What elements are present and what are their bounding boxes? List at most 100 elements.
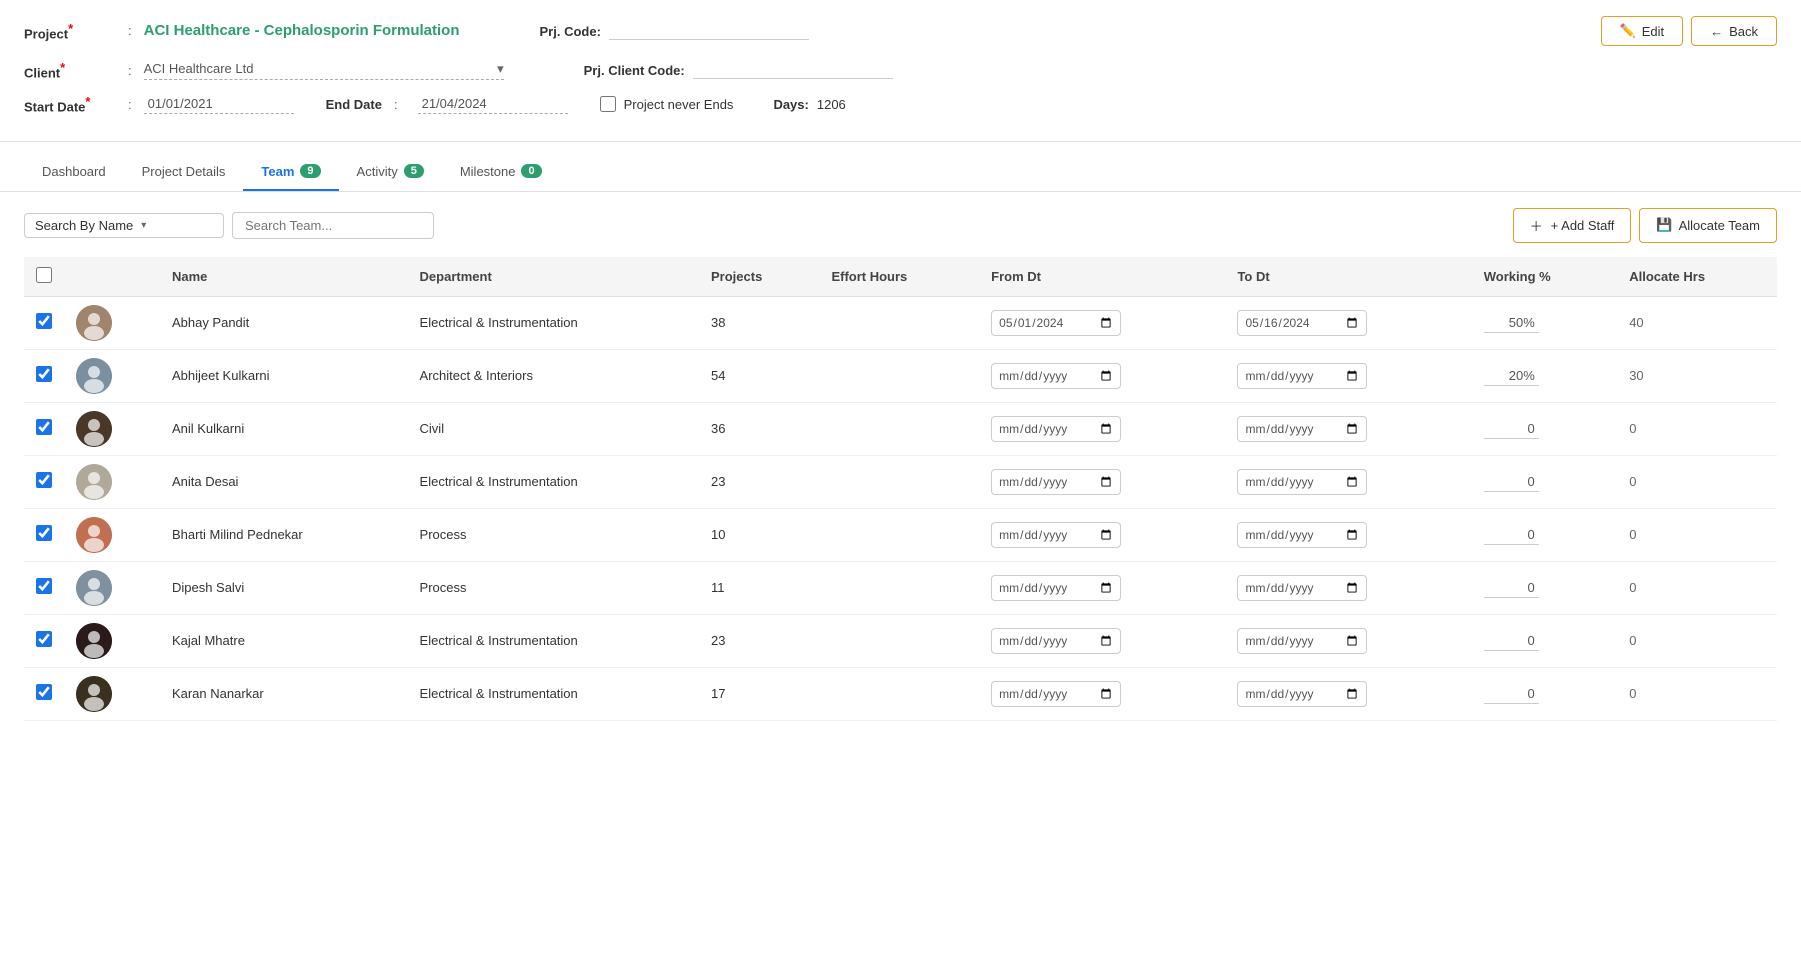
client-label: Client* bbox=[24, 60, 124, 80]
row-projects: 54 bbox=[699, 349, 819, 402]
row-to-dt[interactable] bbox=[1237, 363, 1367, 389]
row-effort-hours bbox=[819, 508, 979, 561]
tab-milestone[interactable]: Milestone 0 bbox=[442, 154, 560, 191]
project-name: ACI Healthcare - Cephalosporin Formulati… bbox=[144, 22, 460, 39]
row-from-dt[interactable] bbox=[991, 363, 1121, 389]
days-value: 1206 bbox=[817, 97, 846, 112]
table-row: Dipesh SalviProcess110 bbox=[24, 561, 1777, 614]
project-never-ends-checkbox[interactable] bbox=[600, 96, 616, 112]
start-date-value: 01/01/2021 bbox=[144, 94, 294, 114]
row-name: Dipesh Salvi bbox=[160, 561, 408, 614]
table-row: Karan NanarkarElectrical & Instrumentati… bbox=[24, 667, 1777, 720]
row-allocate-hrs: 0 bbox=[1617, 561, 1777, 614]
client-value: ACI Healthcare Ltd bbox=[144, 61, 497, 76]
row-to-dt[interactable] bbox=[1237, 416, 1367, 442]
row-to-dt[interactable] bbox=[1237, 681, 1367, 707]
row-name: Anil Kulkarni bbox=[160, 402, 408, 455]
prj-code-label: Prj. Code: bbox=[540, 24, 601, 39]
client-dropdown-icon: ▾ bbox=[497, 61, 504, 77]
row-department: Architect & Interiors bbox=[408, 349, 699, 402]
row-working-pct[interactable] bbox=[1484, 419, 1539, 439]
name-header: Name bbox=[160, 257, 408, 297]
chevron-down-icon: ▾ bbox=[141, 220, 146, 231]
row-checkbox[interactable] bbox=[36, 578, 52, 594]
prj-client-code-value bbox=[693, 61, 893, 79]
row-department: Electrical & Instrumentation bbox=[408, 296, 699, 349]
table-row: Kajal MhatreElectrical & Instrumentation… bbox=[24, 614, 1777, 667]
row-allocate-hrs: 0 bbox=[1617, 667, 1777, 720]
back-icon: ← bbox=[1710, 24, 1723, 39]
row-working-pct[interactable] bbox=[1484, 684, 1539, 704]
row-to-dt[interactable] bbox=[1237, 628, 1367, 654]
project-label: Project* bbox=[24, 21, 124, 41]
tab-project-details[interactable]: Project Details bbox=[124, 154, 244, 191]
row-from-dt[interactable] bbox=[991, 681, 1121, 707]
department-header: Department bbox=[408, 257, 699, 297]
row-checkbox[interactable] bbox=[36, 313, 52, 329]
row-to-dt[interactable] bbox=[1237, 522, 1367, 548]
avatar bbox=[76, 358, 112, 394]
avatar bbox=[76, 676, 112, 712]
row-to-dt[interactable] bbox=[1237, 469, 1367, 495]
row-projects: 11 bbox=[699, 561, 819, 614]
select-all-checkbox[interactable] bbox=[36, 267, 52, 283]
row-name: Abhijeet Kulkarni bbox=[160, 349, 408, 402]
row-effort-hours bbox=[819, 614, 979, 667]
search-input[interactable] bbox=[232, 212, 434, 239]
row-from-dt[interactable] bbox=[991, 575, 1121, 601]
tab-activity[interactable]: Activity 5 bbox=[339, 154, 442, 191]
add-icon: ＋ bbox=[1530, 216, 1543, 235]
allocate-team-button[interactable]: 💾 Allocate Team bbox=[1639, 208, 1777, 243]
row-name: Anita Desai bbox=[160, 455, 408, 508]
allocate-hrs-header: Allocate Hrs bbox=[1617, 257, 1777, 297]
row-to-dt[interactable] bbox=[1237, 575, 1367, 601]
row-working-pct[interactable] bbox=[1484, 631, 1539, 651]
table-row: Anita DesaiElectrical & Instrumentation2… bbox=[24, 455, 1777, 508]
tab-dashboard[interactable]: Dashboard bbox=[24, 154, 124, 191]
row-from-dt[interactable] bbox=[991, 469, 1121, 495]
row-effort-hours bbox=[819, 561, 979, 614]
end-date-label: End Date bbox=[326, 97, 382, 112]
row-working-pct[interactable] bbox=[1484, 366, 1539, 386]
select-all-header[interactable] bbox=[24, 257, 64, 297]
start-date-label: Start Date* bbox=[24, 94, 124, 114]
row-checkbox[interactable] bbox=[36, 366, 52, 382]
row-from-dt[interactable] bbox=[991, 522, 1121, 548]
row-working-pct[interactable] bbox=[1484, 578, 1539, 598]
row-allocate-hrs: 0 bbox=[1617, 614, 1777, 667]
effort-hours-header: Effort Hours bbox=[819, 257, 979, 297]
row-checkbox[interactable] bbox=[36, 472, 52, 488]
row-from-dt[interactable] bbox=[991, 310, 1121, 336]
activity-badge: 5 bbox=[404, 164, 424, 178]
table-row: Bharti Milind PednekarProcess100 bbox=[24, 508, 1777, 561]
row-checkbox[interactable] bbox=[36, 525, 52, 541]
row-projects: 23 bbox=[699, 614, 819, 667]
row-from-dt[interactable] bbox=[991, 628, 1121, 654]
row-name: Karan Nanarkar bbox=[160, 667, 408, 720]
edit-button[interactable]: ✏️ Edit bbox=[1601, 16, 1684, 46]
row-from-dt[interactable] bbox=[991, 416, 1121, 442]
avatar bbox=[76, 570, 112, 606]
days-label: Days: bbox=[773, 97, 808, 112]
end-date-value: 21/04/2024 bbox=[418, 94, 568, 114]
row-checkbox[interactable] bbox=[36, 631, 52, 647]
tab-team[interactable]: Team 9 bbox=[243, 154, 338, 191]
row-working-pct[interactable] bbox=[1484, 472, 1539, 492]
row-working-pct[interactable] bbox=[1484, 525, 1539, 545]
table-header-row: Name Department Projects Effort Hours Fr… bbox=[24, 257, 1777, 297]
row-checkbox[interactable] bbox=[36, 684, 52, 700]
search-by-dropdown[interactable]: Search By Name ▾ bbox=[24, 213, 224, 238]
row-projects: 38 bbox=[699, 296, 819, 349]
row-effort-hours bbox=[819, 349, 979, 402]
row-effort-hours bbox=[819, 455, 979, 508]
back-button[interactable]: ← Back bbox=[1691, 16, 1777, 46]
row-effort-hours bbox=[819, 402, 979, 455]
row-allocate-hrs: 40 bbox=[1617, 296, 1777, 349]
add-staff-button[interactable]: ＋ + Add Staff bbox=[1513, 208, 1632, 243]
row-to-dt[interactable] bbox=[1237, 310, 1367, 336]
row-checkbox[interactable] bbox=[36, 419, 52, 435]
row-working-pct[interactable] bbox=[1484, 313, 1539, 333]
row-allocate-hrs: 0 bbox=[1617, 455, 1777, 508]
avatar bbox=[76, 305, 112, 341]
tabs-bar: Dashboard Project Details Team 9 Activit… bbox=[0, 142, 1801, 192]
